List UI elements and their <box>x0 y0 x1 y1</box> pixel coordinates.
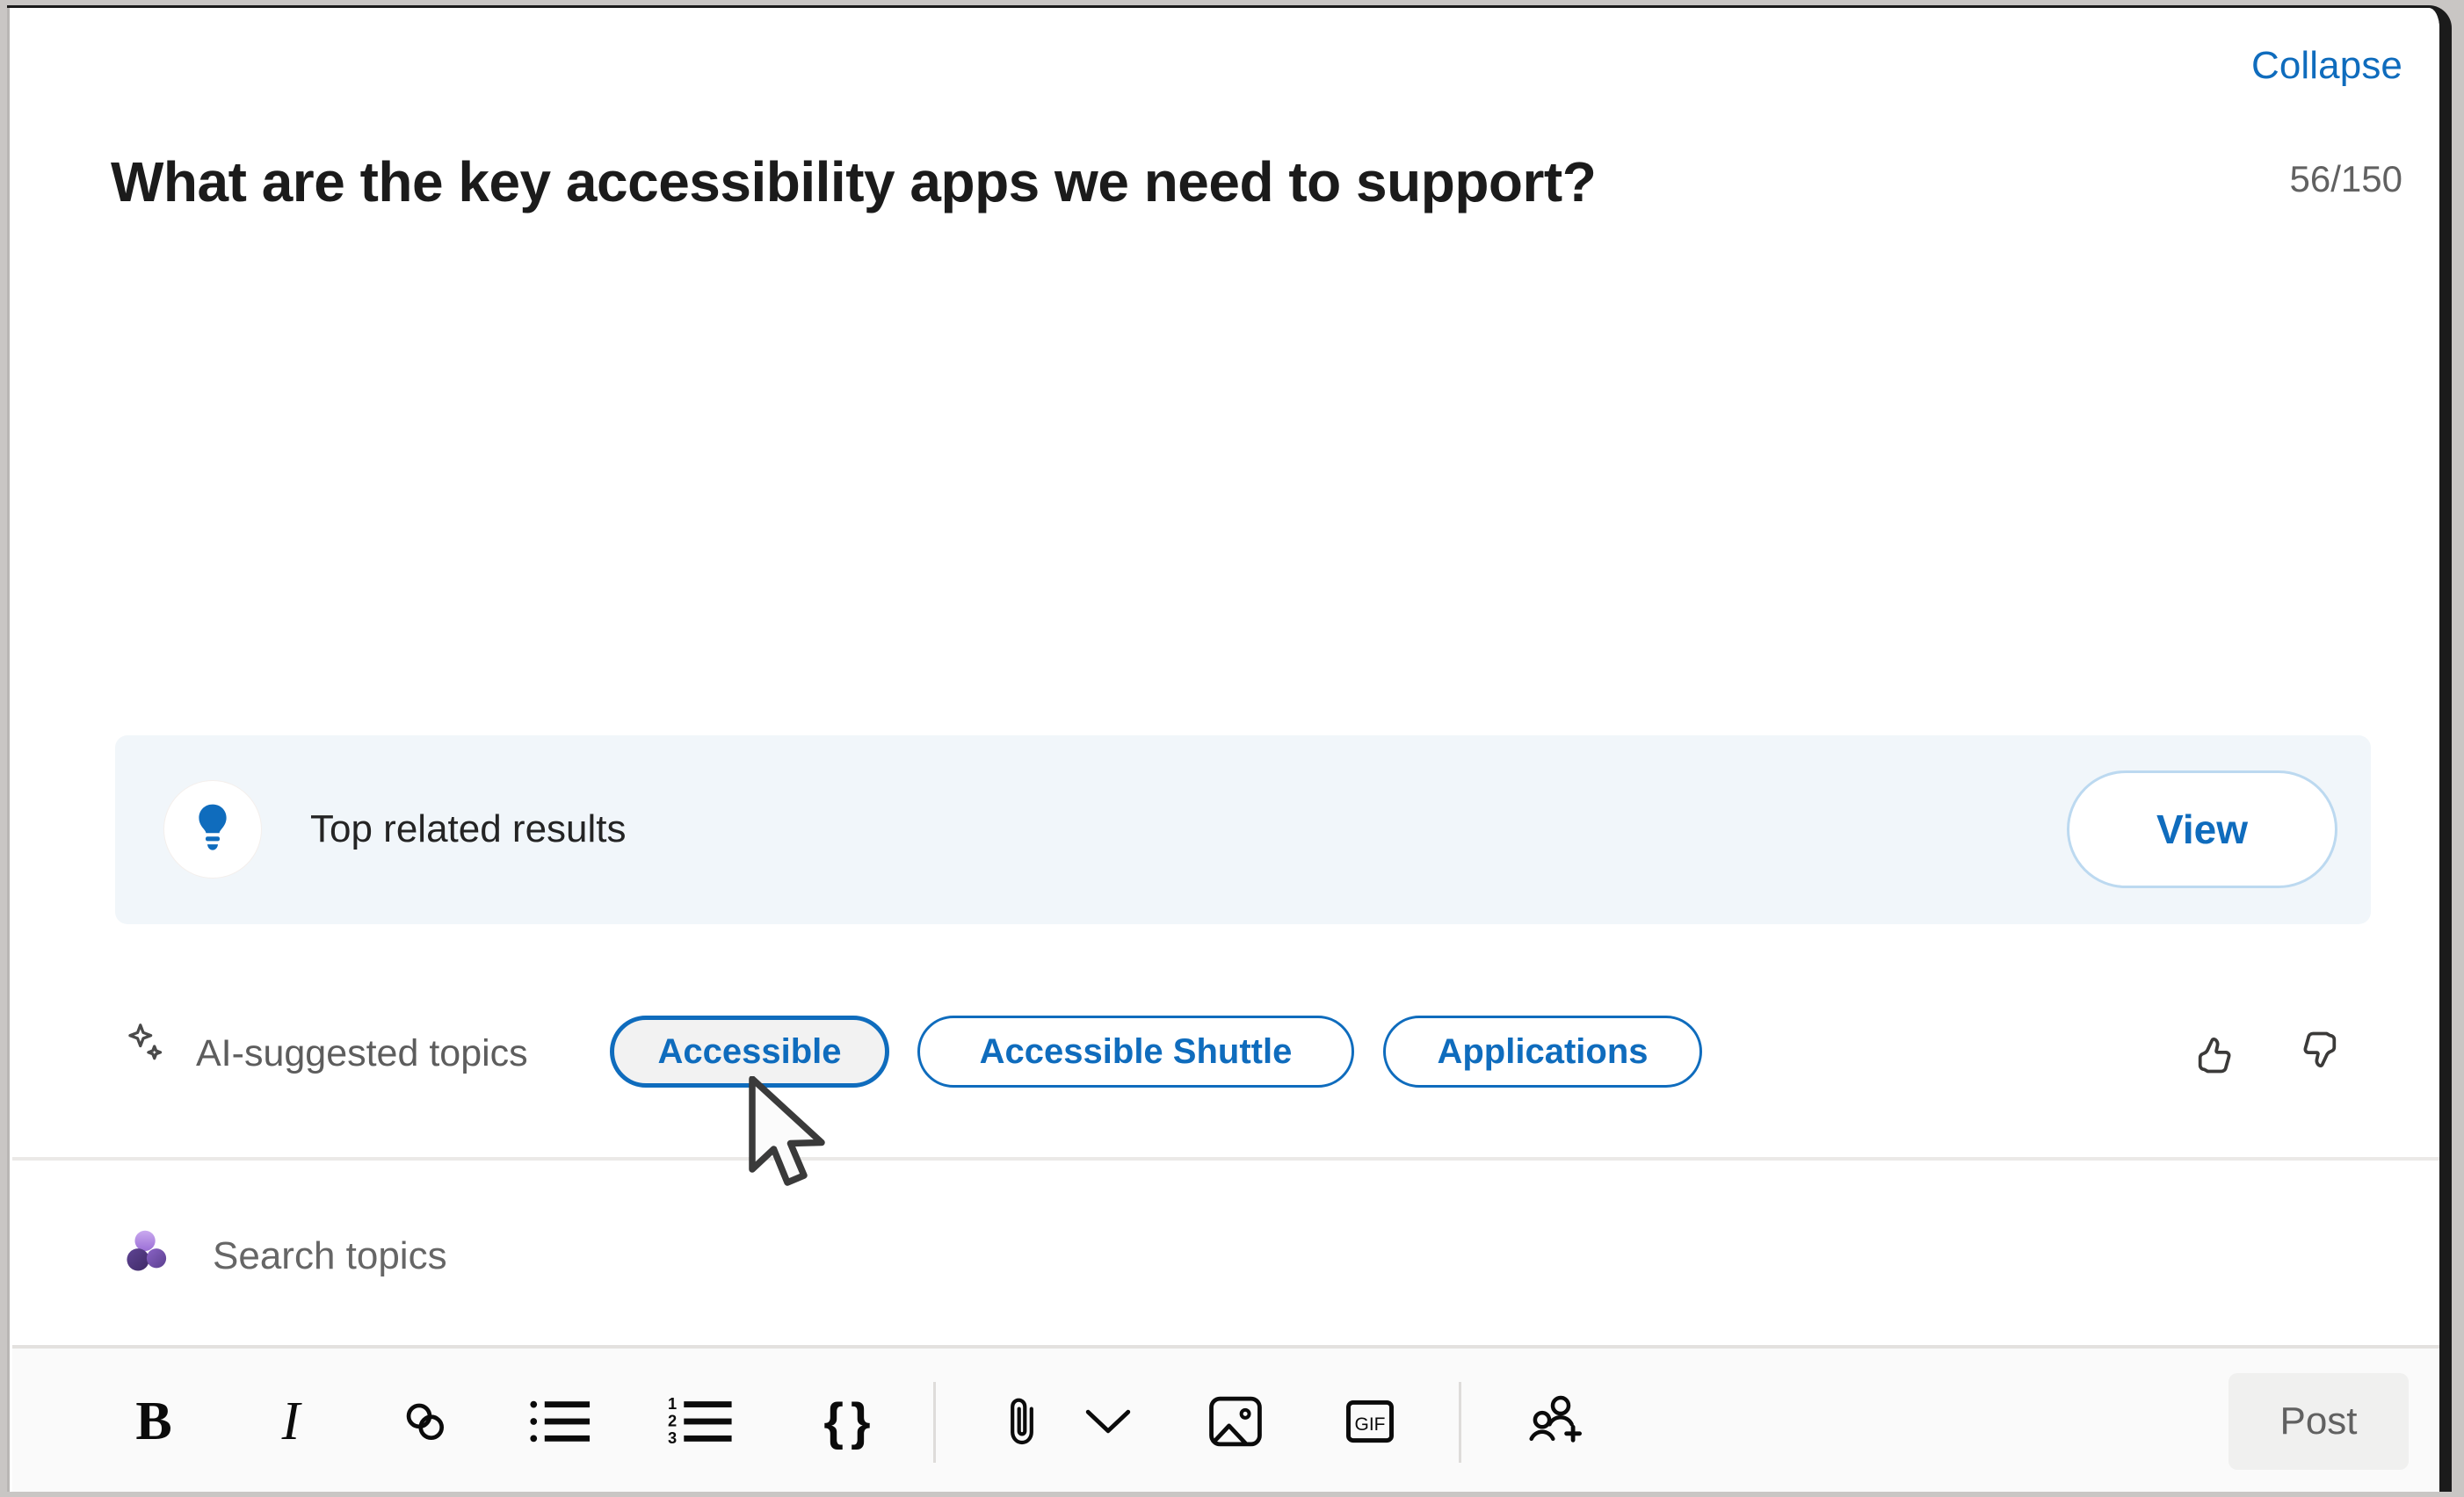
thumbs-down-icon[interactable] <box>2292 1025 2346 1080</box>
link-icon[interactable] <box>385 1382 466 1461</box>
section-divider <box>12 1157 2439 1161</box>
formatting-toolbar: B I 1 2 3 {} GIF Post <box>12 1345 2439 1492</box>
related-results-label: Top related results <box>310 807 627 850</box>
svg-text:1: 1 <box>668 1394 677 1413</box>
code-icon[interactable]: { } <box>803 1382 888 1461</box>
lightbulb-icon-wrapper <box>164 781 261 878</box>
post-title[interactable]: What are the key accessibility apps we n… <box>111 150 1597 215</box>
post-button[interactable]: Post <box>2228 1373 2409 1470</box>
italic-icon[interactable]: I <box>253 1382 329 1461</box>
svg-text:2: 2 <box>668 1411 677 1429</box>
toolbar-separator-1 <box>933 1382 936 1463</box>
ai-topic-chip-accessible[interactable]: Accessible <box>610 1016 889 1088</box>
search-topics-input[interactable]: Search topics <box>213 1229 447 1284</box>
composer-surface: Collapse 56/150 What are the key accessi… <box>7 8 2439 1492</box>
sparkle-icon <box>122 1021 173 1072</box>
view-related-results-button[interactable]: View <box>2067 770 2337 888</box>
viva-topics-icon <box>122 1225 177 1279</box>
chevron-down-icon[interactable] <box>1074 1382 1142 1461</box>
bulleted-list-icon[interactable] <box>518 1382 603 1461</box>
screenshot-root: Collapse 56/150 What are the key accessi… <box>0 0 2464 1497</box>
svg-text:3: 3 <box>668 1428 677 1447</box>
mouse-cursor <box>746 1075 843 1208</box>
toolbar-separator-2 <box>1459 1382 1461 1463</box>
character-counter: 56/150 <box>2289 158 2402 199</box>
post-composer-window: Collapse 56/150 What are the key accessi… <box>7 5 2452 1492</box>
ai-topic-chip-accessible-shuttle[interactable]: Accessible Shuttle <box>917 1016 1354 1088</box>
svg-text:GIF: GIF <box>1355 1414 1386 1435</box>
gif-icon[interactable]: GIF <box>1327 1382 1413 1461</box>
mention-people-icon[interactable] <box>1513 1382 1603 1461</box>
lightbulb-icon <box>189 802 236 857</box>
ai-topic-chip-applications[interactable]: Applications <box>1383 1016 1702 1088</box>
collapse-link[interactable]: Collapse <box>2251 47 2402 85</box>
thumbs-up-icon[interactable] <box>2188 1025 2243 1080</box>
numbered-list-icon[interactable]: 1 2 3 <box>657 1382 749 1461</box>
bold-icon[interactable]: B <box>114 1382 193 1461</box>
image-icon[interactable] <box>1193 1382 1278 1461</box>
top-related-results-banner: Top related results View <box>115 735 2371 924</box>
attach-icon[interactable] <box>988 1382 1056 1461</box>
ai-suggested-topics-label: AI-suggested topics <box>196 1032 528 1074</box>
